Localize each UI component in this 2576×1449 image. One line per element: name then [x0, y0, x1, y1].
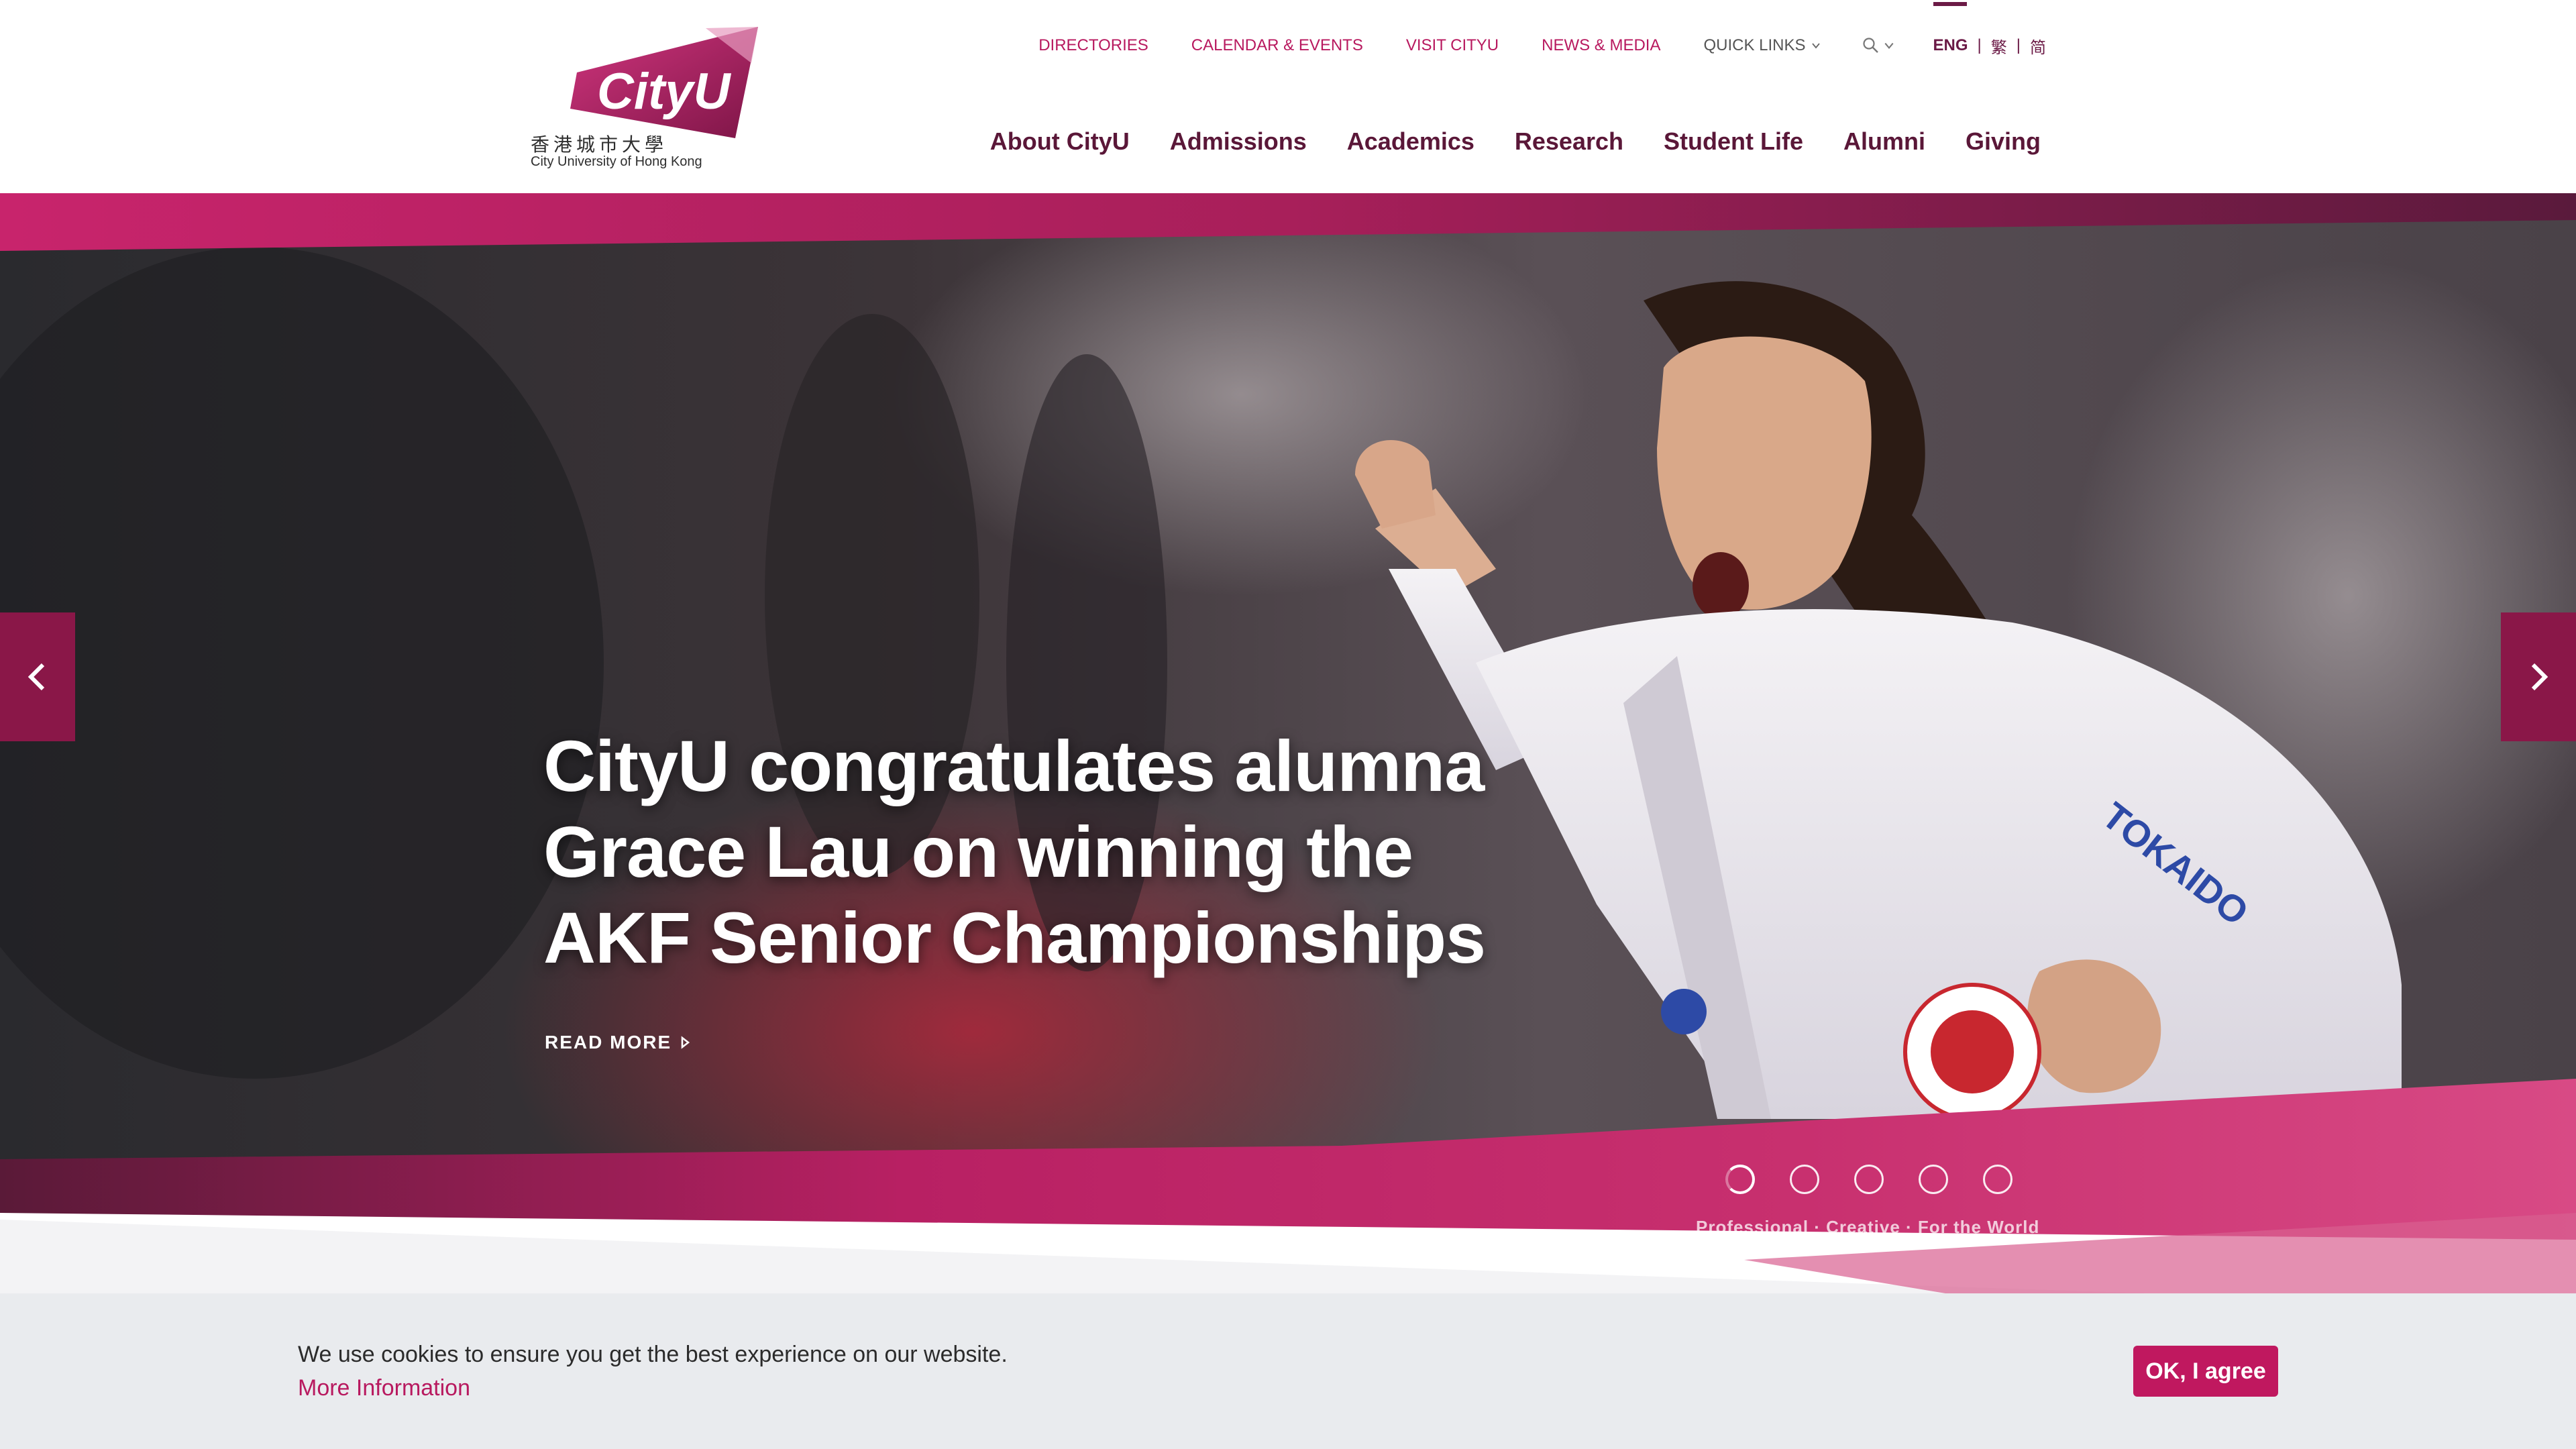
carousel-dot-4[interactable]: [1919, 1165, 1948, 1194]
carousel-dot-5[interactable]: [1983, 1165, 2012, 1194]
carousel-dot-2[interactable]: [1790, 1165, 1819, 1194]
lang-simplified[interactable]: 简: [2030, 34, 2046, 58]
nav-admissions[interactable]: Admissions: [1170, 127, 1307, 156]
nav-giving[interactable]: Giving: [1966, 127, 2041, 156]
active-language-indicator: [1933, 1, 1967, 6]
lang-divider: |: [2016, 36, 2021, 54]
nav-about[interactable]: About CityU: [990, 127, 1130, 156]
logo-chinese-name: 香港城市大學: [531, 133, 668, 156]
carousel-prev-button[interactable]: [0, 612, 75, 741]
main-nav: About CityU Admissions Academics Researc…: [950, 127, 2041, 156]
logo-english-name: City University of Hong Kong: [531, 154, 702, 169]
nav-alumni[interactable]: Alumni: [1843, 127, 1925, 156]
carousel-pagination: [1725, 1165, 2047, 1194]
cookie-message: We use cookies to ensure you get the bes…: [298, 1342, 1008, 1367]
nav-research[interactable]: Research: [1515, 127, 1623, 156]
calendar-events-link[interactable]: CALENDAR & EVENTS: [1191, 36, 1363, 55]
carousel-dot-3[interactable]: [1854, 1165, 1884, 1194]
carousel-next-button[interactable]: [2501, 612, 2576, 741]
caret-right-icon: [681, 1036, 690, 1049]
quick-links-label: QUICK LINKS: [1703, 36, 1806, 54]
cookie-agree-button[interactable]: OK, I agree: [2133, 1346, 2278, 1397]
hero-headline: CityU congratulates alumna Grace Lau on …: [543, 725, 1486, 978]
search-toggle[interactable]: [1862, 37, 1894, 54]
utility-nav: DIRECTORIES CALENDAR & EVENTS VISIT CITY…: [996, 1, 2046, 59]
quick-links-dropdown[interactable]: QUICK LINKS: [1703, 36, 1820, 55]
chevron-down-icon: [1884, 42, 1894, 50]
cityu-logo[interactable]: CityU 香港城市大學 City University of Hong Kon…: [530, 24, 771, 172]
logo-mark: CityU: [570, 27, 758, 138]
hero-carousel: TOKAIDO CityU congratulates alumna Grace…: [0, 193, 2576, 1293]
nav-academics[interactable]: Academics: [1347, 127, 1474, 156]
lang-traditional[interactable]: 繁: [1991, 34, 2007, 58]
chevron-left-icon: [28, 663, 45, 691]
search-icon: [1862, 38, 1878, 53]
read-more-label: READ MORE: [545, 1032, 672, 1053]
language-switcher: ENG | 繁 | 简: [1933, 1, 2046, 58]
svg-text:CityU: CityU: [597, 63, 732, 120]
chevron-down-icon: [1811, 43, 1820, 49]
carousel-dot-1[interactable]: [1725, 1165, 1755, 1194]
chevron-right-icon: [2531, 663, 2548, 691]
nav-student-life[interactable]: Student Life: [1664, 127, 1803, 156]
news-media-link[interactable]: NEWS & MEDIA: [1542, 36, 1660, 55]
hero-tagline: Professional · Creative · For the World: [1696, 1217, 2040, 1237]
lang-divider: |: [1977, 36, 1982, 54]
cookie-more-info-link[interactable]: More Information: [298, 1375, 470, 1401]
visit-cityu-link[interactable]: VISIT CITYU: [1406, 36, 1499, 55]
read-more-link[interactable]: READ MORE: [545, 1032, 690, 1053]
site-header: CityU 香港城市大學 City University of Hong Kon…: [0, 0, 2576, 193]
lang-eng[interactable]: ENG: [1933, 36, 1968, 55]
directories-link[interactable]: DIRECTORIES: [1038, 36, 1148, 55]
cookie-banner: We use cookies to ensure you get the bes…: [0, 1293, 2576, 1449]
